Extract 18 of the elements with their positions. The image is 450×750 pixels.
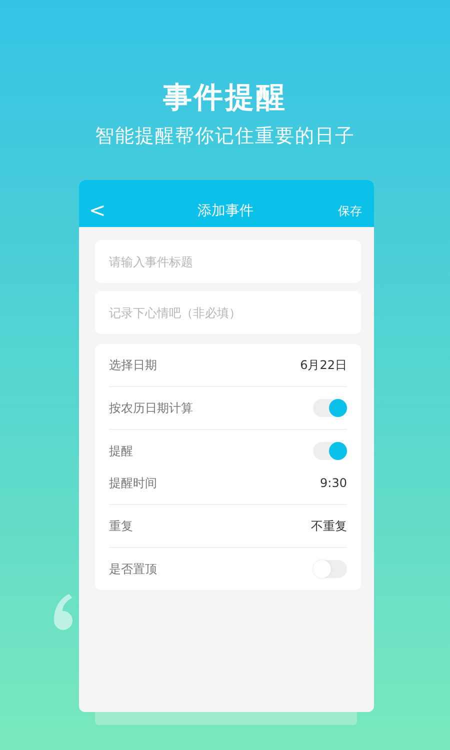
- setting-label: 按农历日期计算: [109, 400, 193, 416]
- toggle-switch[interactable]: [313, 560, 347, 578]
- input-field[interactable]: 请输入事件标题: [95, 240, 361, 283]
- toggle-switch[interactable]: [313, 399, 347, 417]
- setting-label: 提醒: [109, 442, 133, 460]
- setting-value[interactable]: 不重复: [311, 518, 347, 534]
- subheadline: 智能提醒帮你记住重要的日子: [95, 124, 355, 149]
- screen-title: 添加事件: [198, 202, 254, 221]
- setting-label: 选择日期: [109, 356, 157, 374]
- setting-label: 提醒时间: [109, 474, 157, 492]
- setting-label: 是否置顶: [109, 560, 157, 578]
- input-field[interactable]: 记录下心情吧（非必填）: [95, 291, 361, 334]
- setting-value[interactable]: 9:30: [320, 476, 347, 490]
- headline: 事件提醒: [163, 79, 287, 116]
- quote-mark-icon: [54, 594, 73, 630]
- setting-value[interactable]: 6月22日: [300, 356, 347, 374]
- toggle-switch[interactable]: [313, 442, 347, 460]
- setting-label: 重复: [109, 518, 133, 534]
